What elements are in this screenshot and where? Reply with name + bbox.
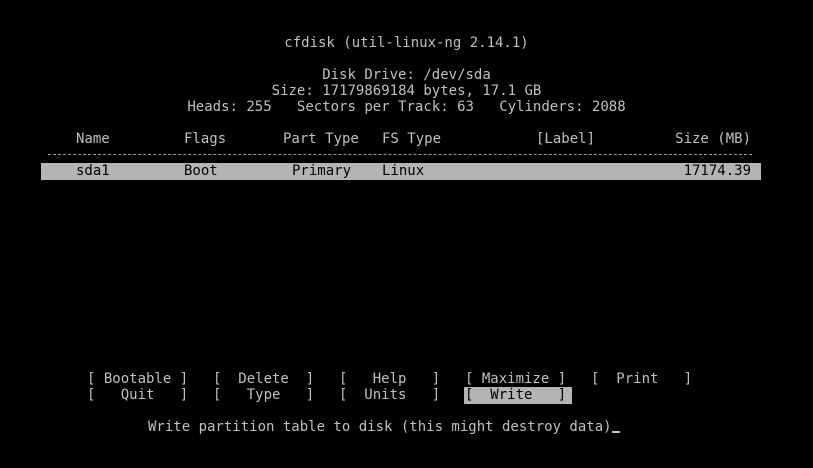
partition-flags: Boot bbox=[184, 163, 218, 179]
print-button[interactable]: [ Print ] bbox=[591, 371, 692, 387]
header-separator bbox=[48, 154, 752, 155]
disk-geometry-label: Heads: 255 Sectors per Track: 63 Cylinde… bbox=[187, 99, 626, 115]
partition-fs-type: Linux bbox=[382, 163, 425, 179]
terminal-screen: { "header": { "title": "cfdisk (util-lin… bbox=[0, 0, 813, 468]
write-button[interactable]: [ Write ] bbox=[464, 387, 572, 404]
type-button[interactable]: [ Type ] bbox=[213, 387, 314, 403]
status-line: Write partition table to disk (this migh… bbox=[148, 419, 620, 435]
partition-name: sda1 bbox=[76, 163, 110, 179]
units-button[interactable]: [ Units ] bbox=[339, 387, 440, 403]
disk-drive-label: Disk Drive: /dev/sda bbox=[322, 67, 491, 83]
column-header-name: Name bbox=[76, 131, 110, 147]
help-button[interactable]: [ Help ] bbox=[339, 371, 440, 387]
status-message: Write partition table to disk (this migh… bbox=[148, 419, 612, 435]
maximize-button[interactable]: [ Maximize ] bbox=[465, 371, 566, 387]
bootable-button[interactable]: [ Bootable ] bbox=[87, 371, 188, 387]
app-title: cfdisk (util-linux-ng 2.14.1) bbox=[284, 35, 529, 51]
write-button-label: [ Write ] bbox=[465, 387, 567, 403]
delete-button[interactable]: [ Delete ] bbox=[213, 371, 314, 387]
partition-type: Primary bbox=[292, 163, 352, 179]
column-header-label: [Label] bbox=[536, 131, 596, 147]
column-header-size: Size (MB) bbox=[675, 131, 751, 147]
column-header-flags: Flags bbox=[184, 131, 227, 147]
table-row[interactable]: sda1 Boot Primary Linux 17174.39 bbox=[41, 163, 761, 180]
disk-size-label: Size: 17179869184 bytes, 17.1 GB bbox=[271, 83, 542, 99]
column-header-part-type: Part Type bbox=[283, 131, 359, 147]
column-header-fs-type: FS Type bbox=[382, 131, 442, 147]
text-cursor bbox=[611, 431, 620, 433]
quit-button[interactable]: [ Quit ] bbox=[87, 387, 188, 403]
partition-size: 17174.39 bbox=[683, 163, 751, 179]
